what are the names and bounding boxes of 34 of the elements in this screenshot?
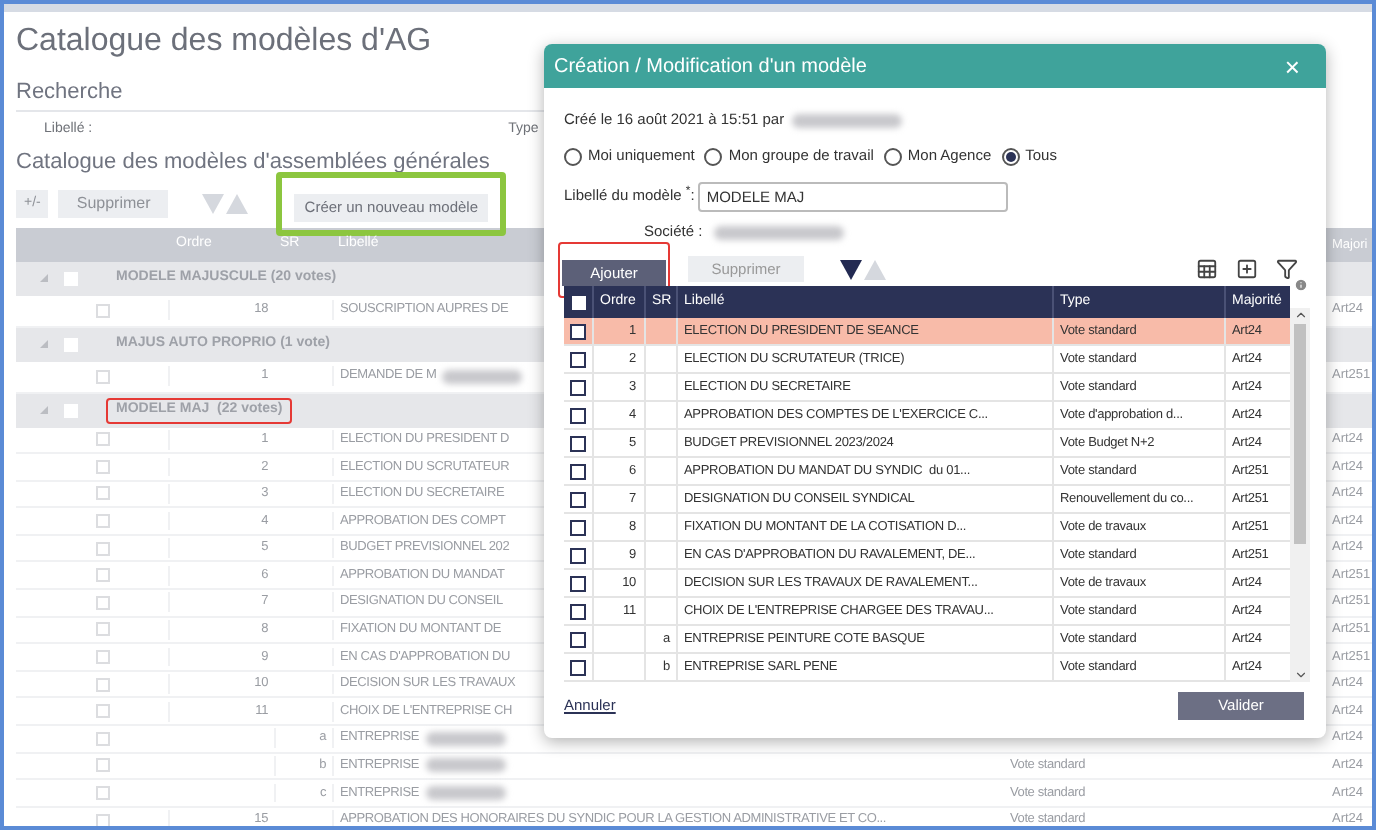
row-checkbox[interactable] <box>570 323 586 339</box>
scroll-down-icon[interactable] <box>1293 668 1307 682</box>
redacted-mark <box>792 113 903 127</box>
scroll-thumb[interactable] <box>1294 324 1306 544</box>
row-checkbox[interactable] <box>570 659 586 675</box>
expand-icon[interactable] <box>40 340 48 349</box>
row-checkbox[interactable] <box>570 603 586 619</box>
row-checkbox[interactable] <box>570 435 586 451</box>
row-checkbox[interactable] <box>570 519 586 535</box>
page-title: Catalogue des modèles d'AG <box>16 22 434 62</box>
redacted-mark <box>714 225 845 239</box>
row-checkbox[interactable] <box>570 407 586 423</box>
catalog-heading: Catalogue des modèles d'assemblées générales <box>16 148 490 176</box>
group-checkbox[interactable] <box>64 337 78 352</box>
scrollbar[interactable] <box>1290 308 1310 682</box>
expand-icon[interactable] <box>40 274 48 283</box>
row-checkbox[interactable] <box>570 379 586 395</box>
add-square-icon[interactable] <box>1236 258 1258 280</box>
group-checkbox[interactable] <box>64 271 78 286</box>
info-icon[interactable] <box>1293 278 1307 292</box>
scroll-up-icon[interactable] <box>1293 308 1307 322</box>
dialog-title: Création / Modification d'un modèle <box>554 53 867 81</box>
row-checkbox[interactable] <box>570 491 586 507</box>
group-checkbox[interactable] <box>64 403 78 418</box>
sort-ascending-icon[interactable] <box>226 194 249 214</box>
select-all-checkbox[interactable] <box>571 295 585 309</box>
expand-icon[interactable] <box>40 406 48 415</box>
row-checkbox[interactable] <box>570 351 586 367</box>
filter-icon[interactable] <box>1276 258 1298 280</box>
export-icon[interactable] <box>1196 258 1218 280</box>
row-checkbox[interactable] <box>570 463 586 479</box>
row-checkbox[interactable] <box>570 631 586 647</box>
row-checkbox[interactable] <box>570 575 586 591</box>
row-checkbox[interactable] <box>570 547 586 563</box>
